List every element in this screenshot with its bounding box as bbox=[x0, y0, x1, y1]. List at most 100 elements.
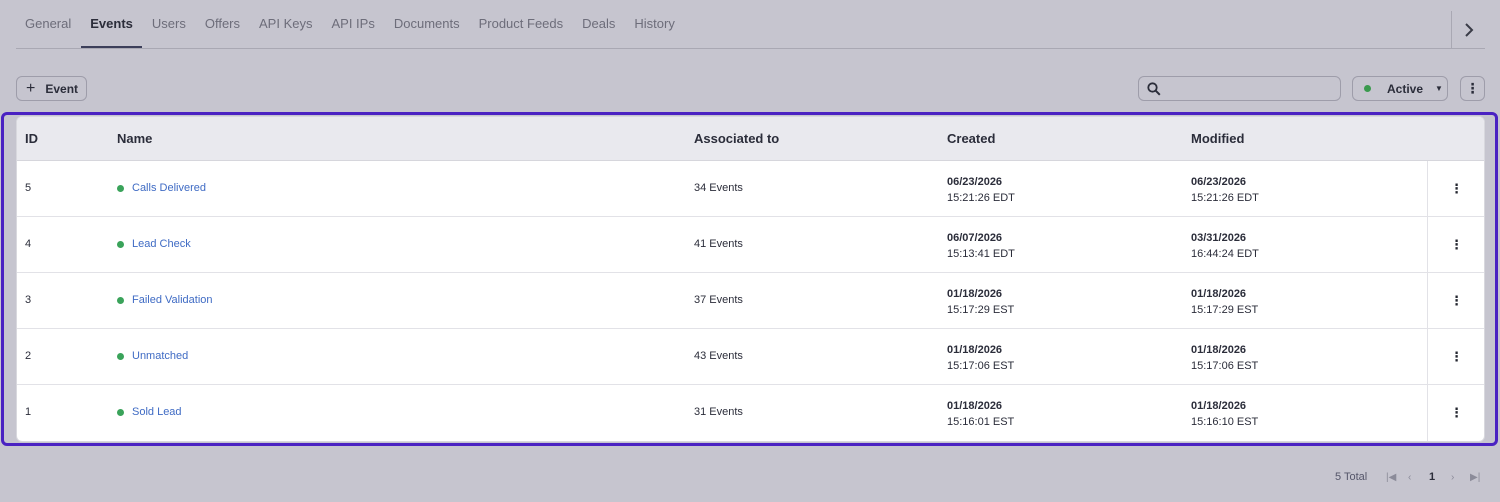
row-id: 2 bbox=[25, 350, 32, 362]
created-time: 15:17:06 EST bbox=[947, 360, 1015, 372]
first-page-icon[interactable]: |◀ bbox=[1386, 472, 1396, 483]
row-actions-button[interactable]: ⋮ bbox=[1427, 329, 1484, 385]
modified-date: 01/18/2026 bbox=[1191, 400, 1247, 412]
row-modified: 01/18/2026 15:17:29 EST bbox=[1191, 286, 1258, 318]
row-created: 01/18/2026 15:16:01 EST bbox=[947, 398, 1014, 430]
header-id[interactable]: ID bbox=[25, 131, 38, 146]
row-name-link[interactable]: Lead Check bbox=[117, 238, 191, 250]
table-row[interactable]: 2 Unmatched 43 Events 01/18/2026 15:17:06 ES… bbox=[17, 329, 1484, 385]
tab-offers[interactable]: Offers bbox=[205, 0, 240, 48]
tab-bar: General Events Users Offers API Keys API IPs D… bbox=[16, 0, 1485, 49]
row-name-link[interactable]: Unmatched bbox=[117, 350, 188, 362]
tab-general[interactable]: General bbox=[25, 0, 71, 48]
created-date: 01/18/2026 bbox=[947, 400, 1003, 412]
created-date: 06/23/2026 bbox=[947, 176, 1003, 188]
tab-events[interactable]: Events bbox=[81, 0, 142, 48]
created-time: 15:21:26 EDT bbox=[947, 192, 1015, 204]
modified-time: 16:44:24 EDT bbox=[1191, 248, 1259, 260]
current-page[interactable]: 1 bbox=[1429, 471, 1435, 483]
row-name[interactable]: Lead Check bbox=[132, 238, 191, 250]
search-box[interactable] bbox=[1138, 76, 1341, 101]
table-row[interactable]: 5 Calls Delivered 34 Events 06/23/2026 15:21… bbox=[17, 161, 1484, 217]
next-page-icon[interactable]: › bbox=[1451, 472, 1454, 483]
pagination-total: 5 Total bbox=[1335, 471, 1368, 483]
row-modified: 03/31/2026 16:44:24 EDT bbox=[1191, 230, 1259, 262]
header-created[interactable]: Created bbox=[947, 131, 995, 146]
tabs-next-button[interactable] bbox=[1451, 11, 1485, 48]
modified-time: 15:16:10 EST bbox=[1191, 416, 1259, 428]
row-actions-button[interactable]: ⋮ bbox=[1427, 217, 1484, 273]
more-vertical-icon: ⋮ bbox=[1450, 181, 1463, 196]
row-created: 01/18/2026 15:17:06 EST bbox=[947, 342, 1014, 374]
chevron-right-icon bbox=[1463, 17, 1475, 43]
row-id: 5 bbox=[25, 182, 32, 194]
created-date: 06/07/2026 bbox=[947, 232, 1003, 244]
created-date: 01/18/2026 bbox=[947, 288, 1003, 300]
last-page-icon[interactable]: ▶| bbox=[1470, 472, 1480, 483]
table-row[interactable]: 1 Sold Lead 31 Events 01/18/2026 15:16:01 ES… bbox=[17, 385, 1484, 441]
tab-deals[interactable]: Deals bbox=[582, 0, 615, 48]
events-table: ID Name Associated to Created Modified 5… bbox=[16, 116, 1485, 442]
tab-product-feeds[interactable]: Product Feeds bbox=[479, 0, 564, 48]
active-status-dot-icon bbox=[117, 296, 124, 304]
row-name-link[interactable]: Failed Validation bbox=[117, 294, 213, 306]
table-row[interactable]: 3 Failed Validation 37 Events 01/18/2026 15:… bbox=[17, 273, 1484, 329]
header-name[interactable]: Name bbox=[117, 131, 152, 146]
add-event-label: Event bbox=[45, 81, 79, 96]
row-associated: 43 Events bbox=[694, 350, 743, 362]
more-vertical-icon: ⋮ bbox=[1450, 293, 1463, 308]
row-associated: 37 Events bbox=[694, 294, 743, 306]
row-actions-button[interactable]: ⋮ bbox=[1427, 385, 1484, 441]
header-modified[interactable]: Modified bbox=[1191, 131, 1244, 146]
tabs: General Events Users Offers API Keys API IPs D… bbox=[16, 0, 694, 48]
row-name[interactable]: Calls Delivered bbox=[132, 182, 206, 194]
status-dot-icon bbox=[1364, 85, 1371, 92]
prev-page-icon[interactable]: ‹ bbox=[1408, 472, 1411, 483]
row-modified: 01/18/2026 15:16:10 EST bbox=[1191, 398, 1258, 430]
tab-api-keys[interactable]: API Keys bbox=[259, 0, 312, 48]
row-associated: 31 Events bbox=[694, 406, 743, 418]
tab-history[interactable]: History bbox=[634, 0, 674, 48]
header-associated[interactable]: Associated to bbox=[694, 131, 779, 146]
search-input[interactable] bbox=[1169, 80, 1334, 98]
created-time: 15:13:41 EDT bbox=[947, 248, 1015, 260]
modified-date: 01/18/2026 bbox=[1191, 344, 1247, 356]
tab-documents[interactable]: Documents bbox=[394, 0, 460, 48]
row-name-link[interactable]: Sold Lead bbox=[117, 406, 182, 418]
modified-time: 15:17:29 EST bbox=[1191, 304, 1259, 316]
created-time: 15:17:29 EST bbox=[947, 304, 1015, 316]
row-created: 06/23/2026 15:21:26 EDT bbox=[947, 174, 1015, 206]
active-status-dot-icon bbox=[117, 184, 124, 192]
row-actions-button[interactable]: ⋮ bbox=[1427, 161, 1484, 217]
status-filter-dropdown[interactable]: Active ▼ bbox=[1352, 76, 1448, 101]
row-actions-button[interactable]: ⋮ bbox=[1427, 273, 1484, 329]
row-associated: 34 Events bbox=[694, 182, 743, 194]
modified-date: 01/18/2026 bbox=[1191, 288, 1247, 300]
more-vertical-icon: ⋮ bbox=[1450, 349, 1463, 364]
active-status-dot-icon bbox=[117, 240, 124, 248]
add-event-button[interactable]: + Event bbox=[16, 76, 87, 101]
created-time: 15:16:01 EST bbox=[947, 416, 1015, 428]
row-created: 01/18/2026 15:17:29 EST bbox=[947, 286, 1014, 318]
row-name[interactable]: Failed Validation bbox=[132, 294, 213, 306]
toolbar-more-button[interactable]: ⋮ bbox=[1460, 76, 1485, 101]
modified-date: 06/23/2026 bbox=[1191, 176, 1247, 188]
more-vertical-icon: ⋮ bbox=[1450, 237, 1463, 252]
row-associated: 41 Events bbox=[694, 238, 743, 250]
caret-down-icon: ▼ bbox=[1435, 84, 1443, 93]
modified-date: 03/31/2026 bbox=[1191, 232, 1247, 244]
active-status-dot-icon bbox=[117, 408, 124, 416]
row-created: 06/07/2026 15:13:41 EDT bbox=[947, 230, 1015, 262]
row-id: 4 bbox=[25, 238, 32, 250]
table-row[interactable]: 4 Lead Check 41 Events 06/07/2026 15:13:41 E… bbox=[17, 217, 1484, 273]
row-name-link[interactable]: Calls Delivered bbox=[117, 182, 206, 194]
modified-time: 15:21:26 EDT bbox=[1191, 192, 1259, 204]
tab-api-ips[interactable]: API IPs bbox=[331, 0, 374, 48]
more-vertical-icon: ⋮ bbox=[1450, 405, 1463, 420]
row-name[interactable]: Unmatched bbox=[132, 350, 188, 362]
row-name[interactable]: Sold Lead bbox=[132, 406, 182, 418]
tab-users[interactable]: Users bbox=[152, 0, 186, 48]
status-filter-label: Active bbox=[1387, 81, 1424, 96]
table-header: ID Name Associated to Created Modified bbox=[17, 117, 1484, 161]
row-id: 1 bbox=[25, 406, 32, 418]
